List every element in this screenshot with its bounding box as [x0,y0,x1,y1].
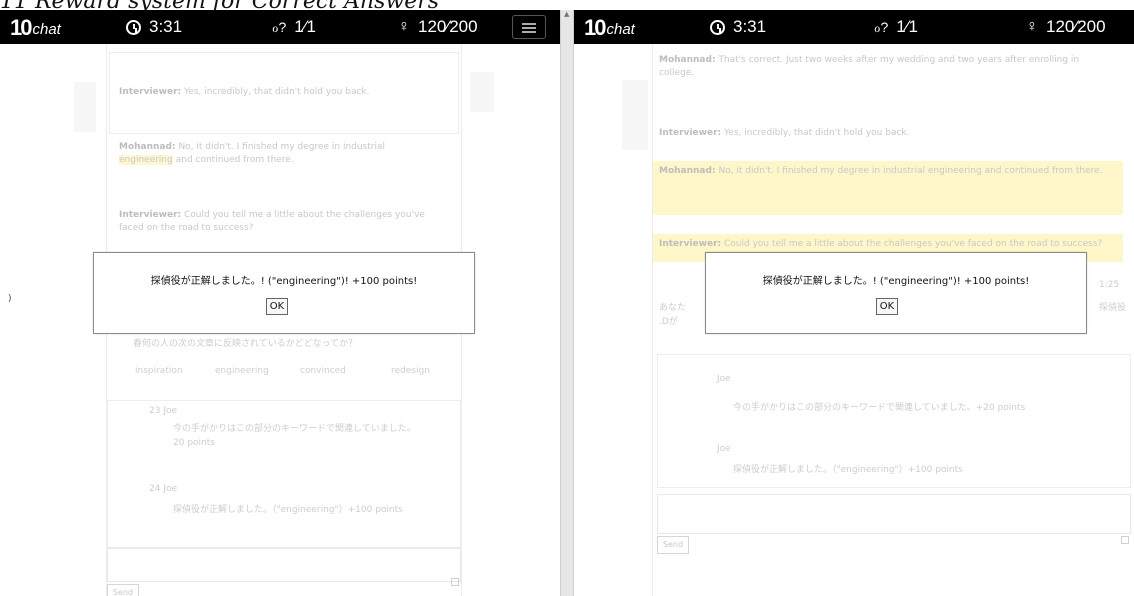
chat-message-highlighted: Mohannad: No, it didn't. I finished my d… [653,161,1123,215]
dialog-message: 探偵役が正解しました。! ("engineering")! +100 point… [150,276,418,287]
correct-answer-dialog: 探偵役が正解しました。! ("engineering")! +100 point… [705,252,1087,334]
keyword-option[interactable]: engineering [215,366,269,376]
message-input[interactable] [657,494,1131,534]
app-logo: 10 chat [10,15,61,40]
chat-message: Mohannad: That's correct. Just two weeks… [659,55,1080,78]
keyword-option[interactable]: inspiration [135,366,183,376]
question-icon: ℴ? [874,18,889,35]
app-logo: 10 chat [584,15,635,40]
lightbulb-icon: ♀ [1026,18,1038,35]
left-chat-window: 10 chat 3:31 ℴ? 1⁄1 ♀ 120⁄200 Interviewe… [0,10,560,596]
points-counter: ♀ 120⁄200 [398,17,478,36]
feedback-message: 今の手がかりはこの部分のキーワードで関連していました。20 points [173,424,416,448]
avatar [470,72,494,112]
top-bar: 10 chat 3:31 ℴ? 1⁄1 ♀ 120⁄200 [0,10,560,44]
points-counter: ♀ 120⁄200 [1026,17,1106,36]
keyword-option[interactable]: redesign [391,366,430,376]
dialog-message: 探偵役が正解しました。! ("engineering")! +100 point… [762,276,1030,287]
feedback-label: 24 Joe [149,484,178,494]
avatar [74,82,96,132]
chat-message: Interviewer: Could you tell me a little … [119,210,425,233]
send-button[interactable]: Send [107,584,139,596]
top-bar: 10 chat 3:31 ℴ? 1⁄1 ♀ 120⁄200 [574,10,1134,44]
chat-message: Interviewer: Yes, incredibly, that didn'… [659,128,910,138]
timestamp: 1:25 [1099,280,1120,290]
message-input[interactable] [107,548,461,582]
window-divider[interactable]: ▲ [560,10,574,596]
feedback-message: 探偵役が正解しました。（"engineering"）+100 points [173,505,403,515]
timer: 3:31 [126,17,182,37]
timer: 3:31 [710,17,766,37]
ok-button[interactable]: OK [876,298,898,315]
side-note: 探偵役 [1099,303,1127,313]
stray-text: ) [8,294,12,304]
question-icon: ℴ? [272,18,287,35]
feedback-message: 今の手がかりはこの部分のキーワードで関連していました。+20 points [733,403,1026,413]
side-note: あなた [659,303,687,313]
question-counter: ℴ? 1⁄1 [874,17,919,36]
send-button[interactable]: Send [657,536,689,554]
chat-message: Interviewer: Yes, incredibly, that didn'… [119,87,370,97]
menu-button[interactable] [512,15,546,39]
lightbulb-icon: ♀ [398,18,410,35]
feedback-label: Joe [717,374,731,384]
clock-icon [126,19,141,35]
feedback-label: Joe [717,444,731,454]
avatar [622,80,648,150]
chat-message: Mohannad: No, it didn't. I finished my d… [119,142,386,165]
feedback-message: 探偵役が正解しました。（"engineering"）+100 points [733,465,963,475]
side-note: .Dが [659,317,678,327]
correct-answer-dialog: 探偵役が正解しました。! ("engineering")! +100 point… [93,252,475,334]
question-counter: ℴ? 1⁄1 [272,17,317,36]
clock-icon [710,19,725,35]
ok-button[interactable]: OK [266,298,288,315]
right-chat-window: 10 chat 3:31 ℴ? 1⁄1 ♀ 120⁄200 Mohannad: … [574,10,1134,596]
keyword-highlight: engineering [119,155,173,165]
keyword-option[interactable]: convinced [300,366,346,376]
question-prompt: 春何の人の次の文章に反映されているかどどなってか？ [133,339,358,349]
resize-handle[interactable] [1121,536,1129,544]
resize-handle[interactable] [451,578,459,586]
feedback-label: 23 Joe [149,406,178,416]
